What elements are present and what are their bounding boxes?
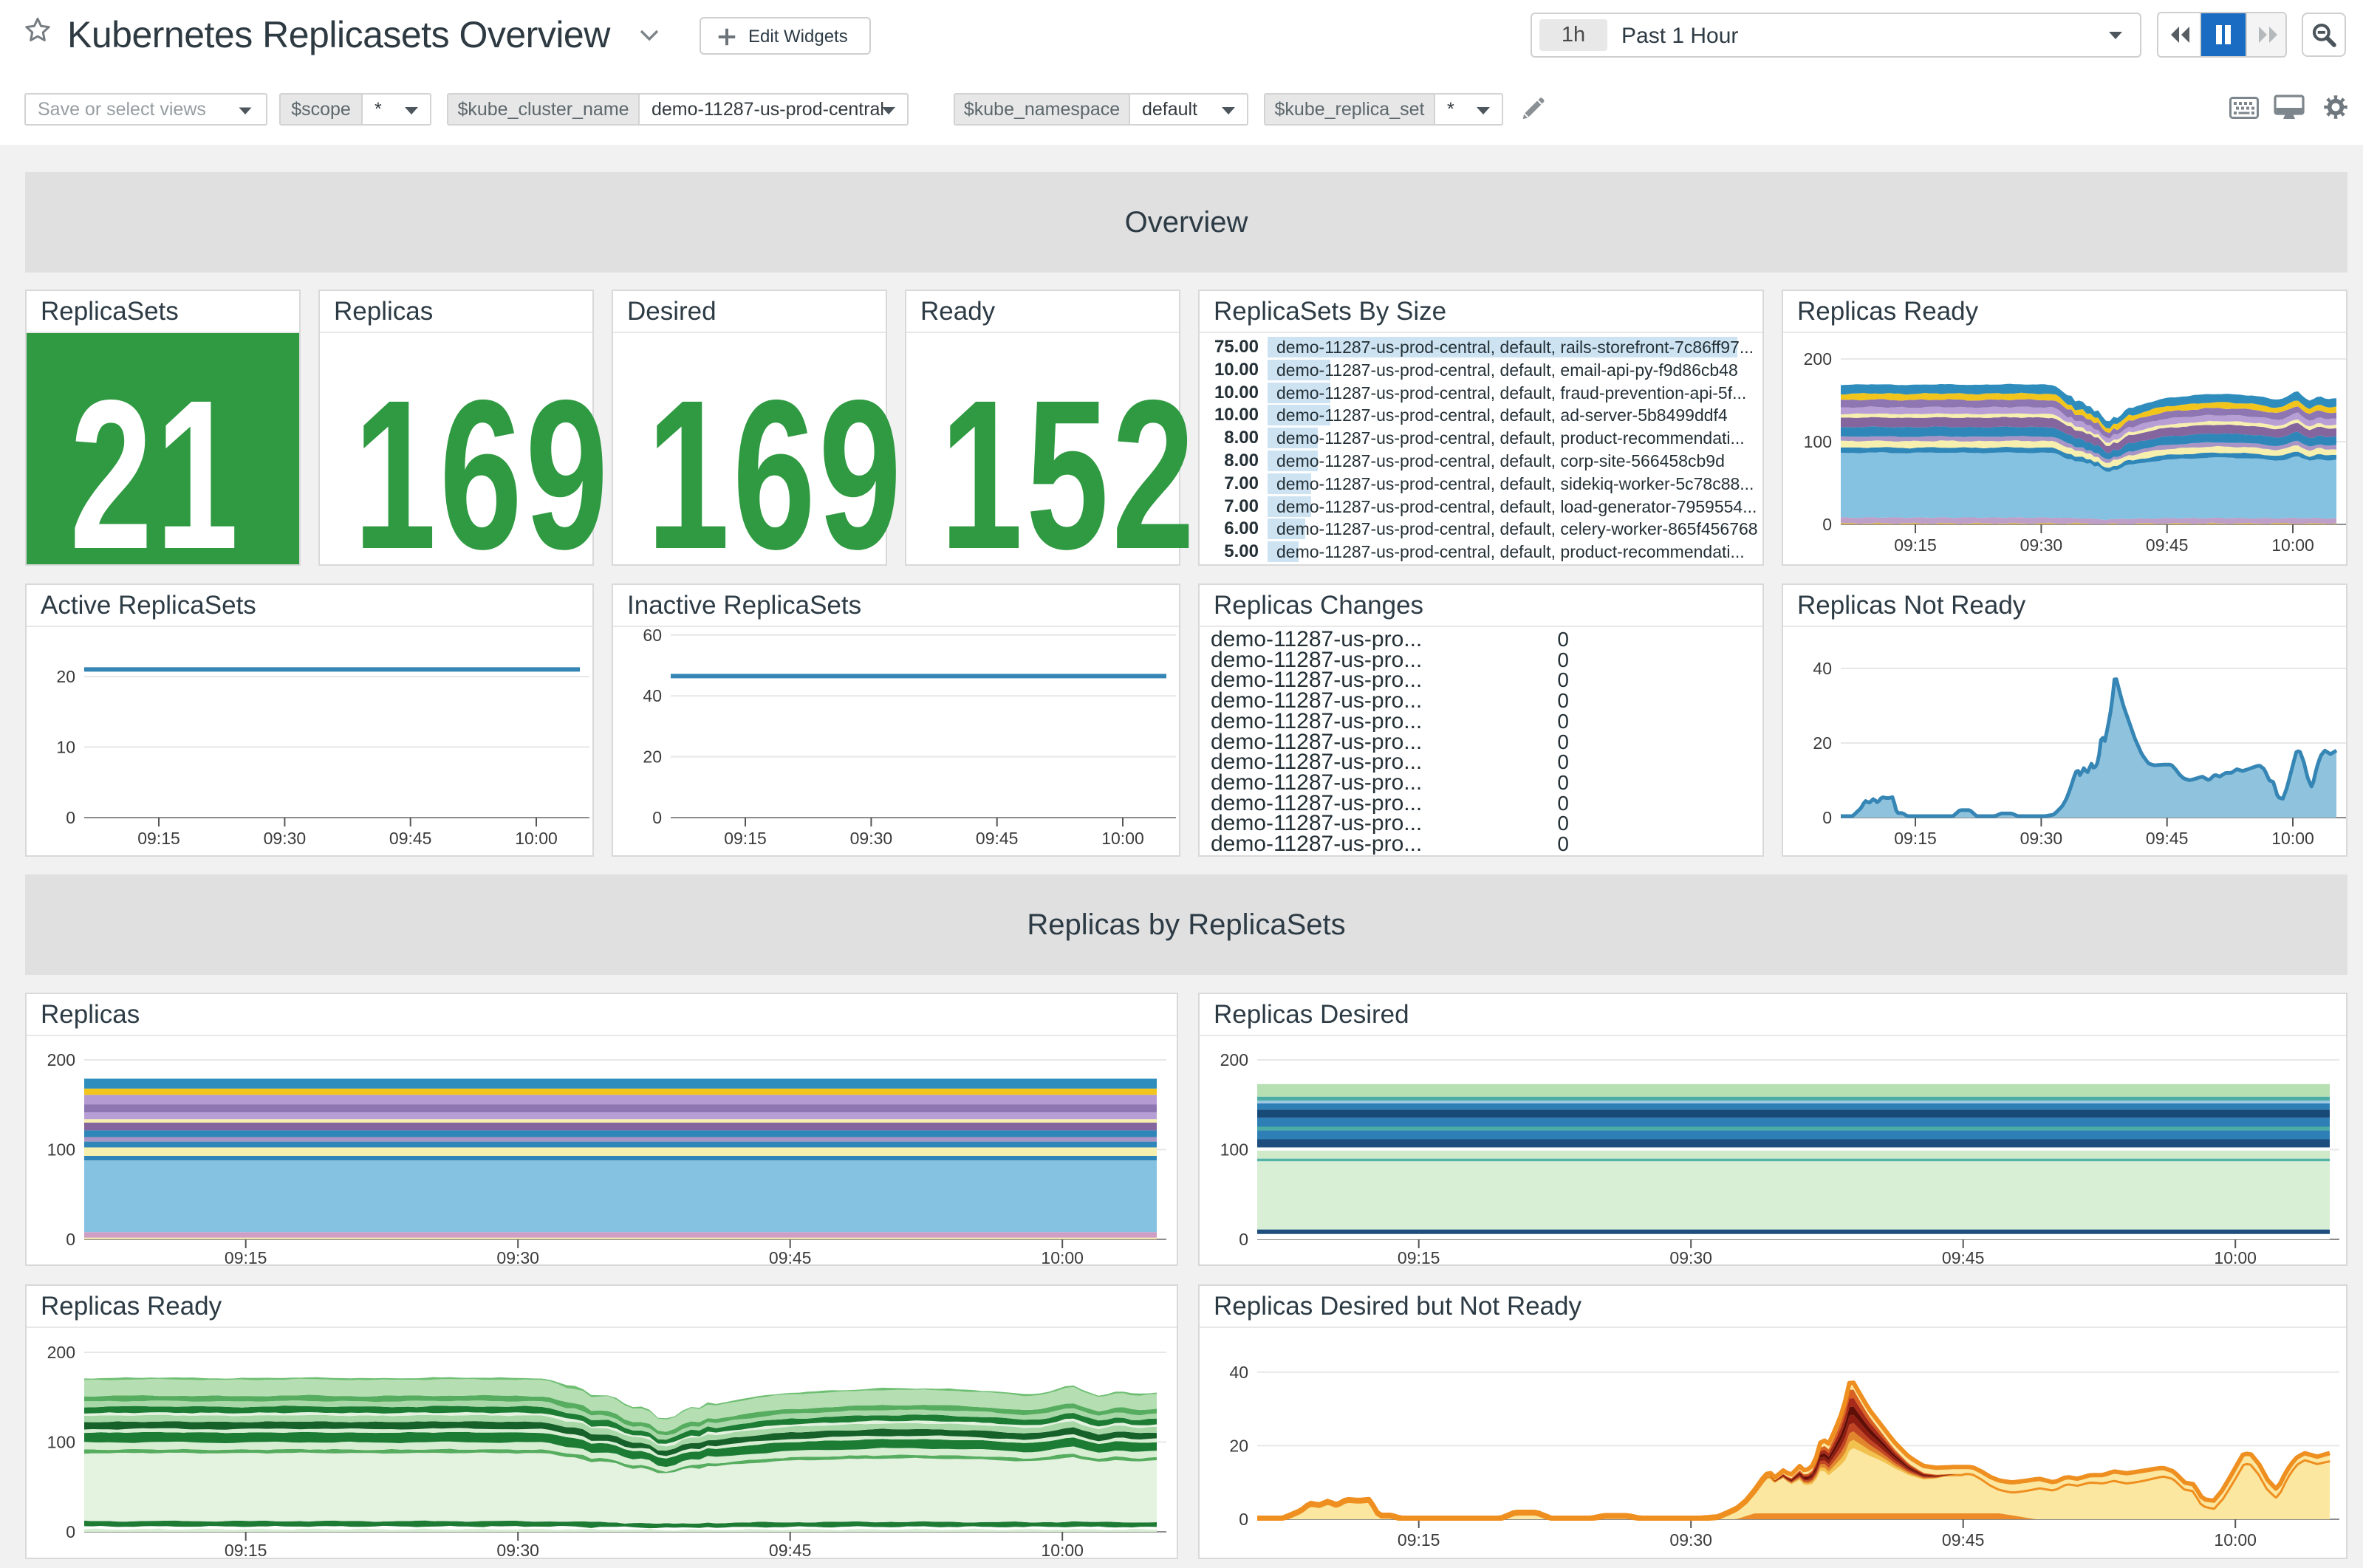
svg-text:100: 100 [47, 1433, 75, 1452]
svg-text:09:15: 09:15 [225, 1248, 267, 1264]
svg-text:09:45: 09:45 [976, 829, 1019, 848]
svg-text:40: 40 [1813, 659, 1832, 678]
svg-text:0: 0 [66, 1230, 75, 1249]
svg-text:20: 20 [1229, 1436, 1248, 1455]
svg-text:09:30: 09:30 [496, 1248, 539, 1264]
svg-text:09:15: 09:15 [1894, 829, 1937, 848]
svg-text:09:15: 09:15 [1894, 535, 1937, 555]
svg-text:09:45: 09:45 [389, 829, 432, 848]
svg-text:09:45: 09:45 [1942, 1530, 1985, 1550]
svg-text:09:45: 09:45 [769, 1541, 812, 1558]
svg-text:0: 0 [652, 808, 662, 827]
svg-text:09:15: 09:15 [1398, 1530, 1440, 1550]
svg-text:100: 100 [1804, 432, 1832, 451]
svg-text:10:00: 10:00 [1041, 1541, 1084, 1558]
svg-text:10:00: 10:00 [1101, 829, 1144, 848]
svg-text:0: 0 [1822, 808, 1832, 827]
svg-text:0: 0 [1239, 1230, 1248, 1249]
svg-text:09:30: 09:30 [264, 829, 307, 848]
svg-text:0: 0 [66, 808, 75, 827]
svg-text:0: 0 [66, 1522, 75, 1541]
svg-text:09:15: 09:15 [137, 829, 180, 848]
svg-text:200: 200 [47, 1050, 75, 1069]
svg-text:20: 20 [643, 747, 662, 767]
svg-text:20: 20 [56, 667, 75, 686]
svg-text:09:45: 09:45 [769, 1248, 812, 1264]
svg-text:10:00: 10:00 [2271, 829, 2314, 848]
svg-text:09:30: 09:30 [496, 1541, 539, 1558]
svg-text:10: 10 [56, 738, 75, 757]
svg-text:09:30: 09:30 [1669, 1248, 1712, 1264]
svg-text:40: 40 [1229, 1363, 1248, 1382]
svg-text:09:45: 09:45 [1942, 1248, 1985, 1264]
svg-text:09:45: 09:45 [2146, 535, 2189, 555]
svg-text:40: 40 [643, 686, 662, 705]
svg-text:100: 100 [1220, 1140, 1248, 1160]
svg-text:09:30: 09:30 [1669, 1530, 1712, 1550]
svg-text:20: 20 [1813, 733, 1832, 753]
svg-text:60: 60 [643, 627, 662, 645]
svg-text:200: 200 [1220, 1050, 1248, 1069]
svg-text:10:00: 10:00 [2214, 1248, 2257, 1264]
svg-text:09:15: 09:15 [724, 829, 767, 848]
svg-text:100: 100 [47, 1140, 75, 1160]
svg-text:200: 200 [47, 1343, 75, 1362]
svg-text:10:00: 10:00 [1041, 1248, 1084, 1264]
svg-text:09:30: 09:30 [2020, 535, 2063, 555]
svg-text:09:15: 09:15 [1398, 1248, 1440, 1264]
svg-text:10:00: 10:00 [2271, 535, 2314, 555]
svg-text:0: 0 [1239, 1510, 1248, 1529]
svg-text:09:15: 09:15 [225, 1541, 267, 1558]
svg-text:200: 200 [1804, 349, 1832, 369]
svg-text:09:30: 09:30 [850, 829, 893, 848]
svg-text:0: 0 [1822, 515, 1832, 534]
svg-text:10:00: 10:00 [2214, 1530, 2257, 1550]
svg-text:09:45: 09:45 [2146, 829, 2189, 848]
svg-text:10:00: 10:00 [515, 829, 558, 848]
svg-text:09:30: 09:30 [2020, 829, 2063, 848]
